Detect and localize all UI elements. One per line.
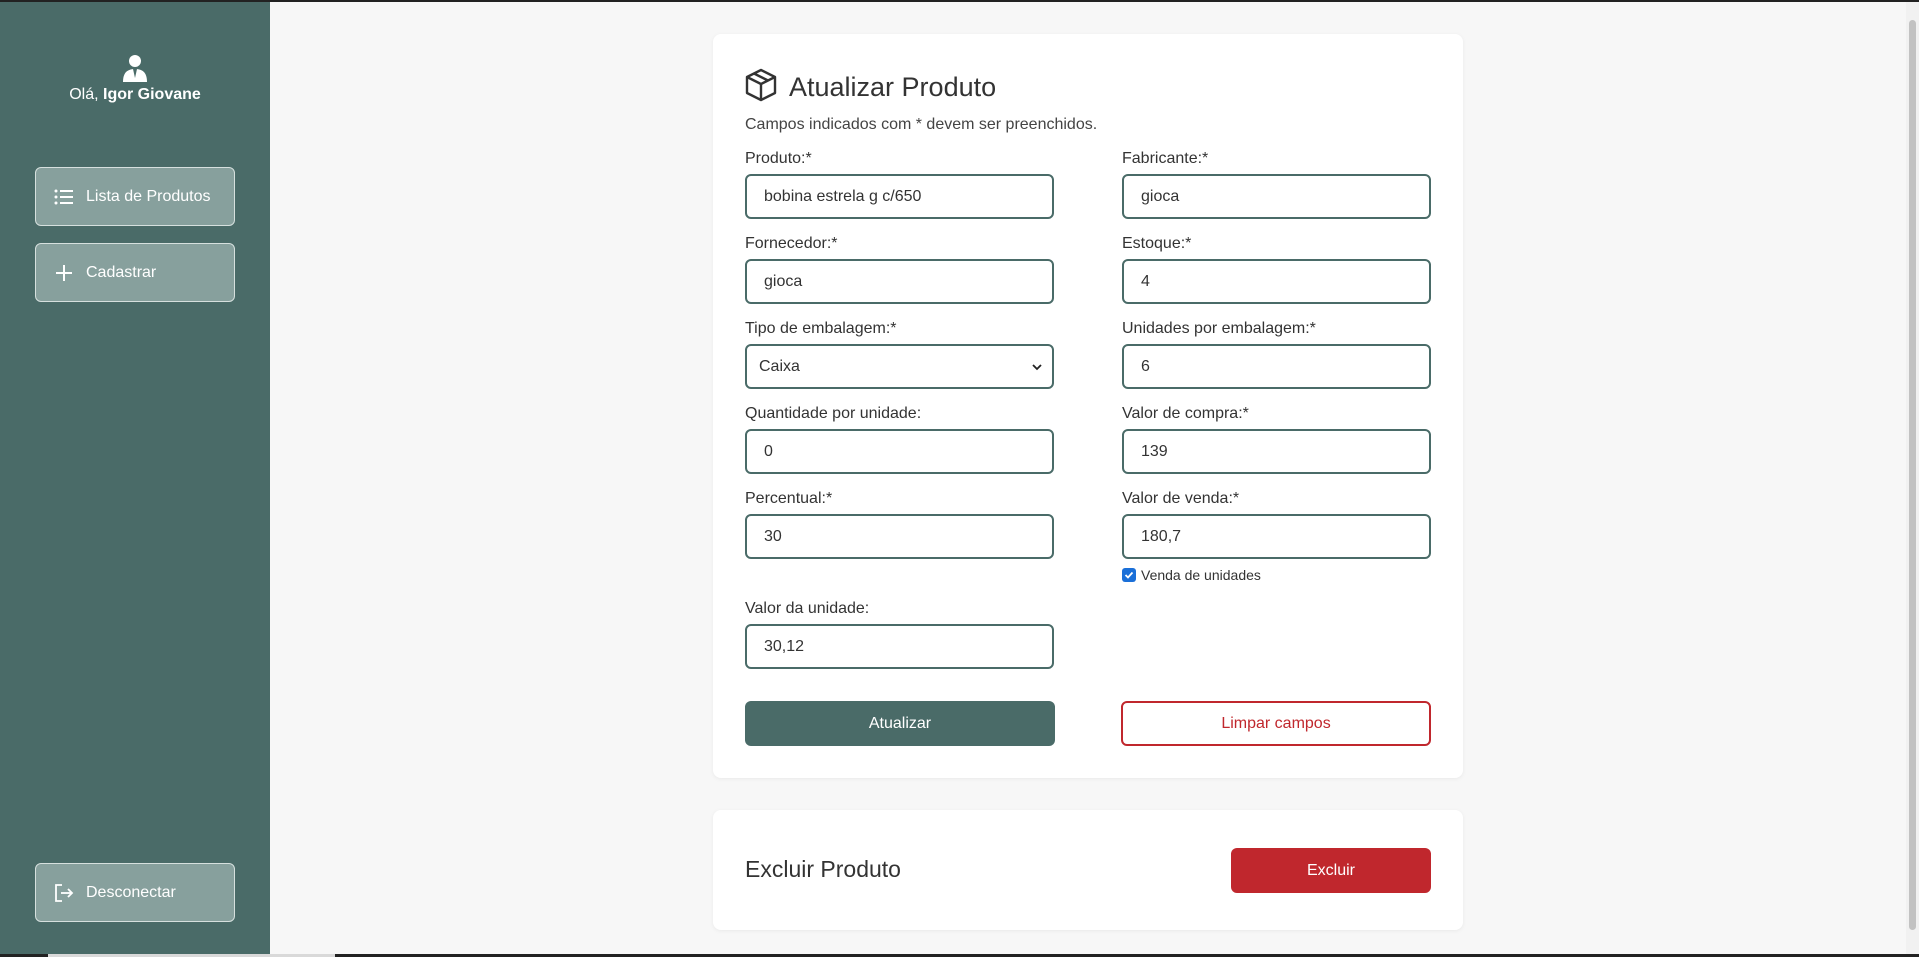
list-icon xyxy=(54,187,74,207)
unidades-embalagem-value: 6 xyxy=(1141,357,1150,375)
percentual-label: Percentual:* xyxy=(745,490,833,507)
logout-icon xyxy=(54,883,74,903)
scrollbar-thumb[interactable] xyxy=(1909,20,1916,930)
estoque-input[interactable]: 4 xyxy=(1122,259,1431,304)
product-list-button[interactable]: Lista de Produtos xyxy=(35,167,235,226)
percentual-input[interactable]: 30 xyxy=(745,514,1054,559)
tipo-embalagem-value: Caixa xyxy=(759,357,800,375)
valor-compra-value: 139 xyxy=(1141,442,1168,460)
quantidade-unidade-input[interactable]: 0 xyxy=(745,429,1054,474)
window-top-border xyxy=(0,0,1919,2)
venda-unidades-label: Venda de unidades xyxy=(1141,567,1261,583)
valor-unidade-value: 30,12 xyxy=(764,637,805,655)
greeting-prefix: Olá, xyxy=(69,86,99,103)
percentual-value: 30 xyxy=(764,527,782,545)
quantidade-unidade-label: Quantidade por unidade: xyxy=(745,405,922,422)
page-scrollbar[interactable] xyxy=(1906,0,1919,957)
produto-label: Produto:* xyxy=(745,150,812,167)
sidebar: Olá, Igor Giovane Lista de Produtos Cada… xyxy=(0,0,270,957)
fabricante-input[interactable]: gioca xyxy=(1122,174,1431,219)
fabricante-label: Fabricante:* xyxy=(1122,150,1209,167)
clear-fields-button[interactable]: Limpar campos xyxy=(1121,701,1431,746)
estoque-label: Estoque:* xyxy=(1122,235,1192,252)
card-header: Atualizar Produto xyxy=(745,68,996,107)
chevron-down-icon xyxy=(1032,358,1042,376)
valor-unidade-label: Valor da unidade: xyxy=(745,600,870,617)
fabricante-value: gioca xyxy=(1141,187,1180,205)
fornecedor-value: gioca xyxy=(764,272,803,290)
fornecedor-input[interactable]: gioca xyxy=(745,259,1054,304)
unidades-embalagem-label: Unidades por embalagem:* xyxy=(1122,320,1316,337)
estoque-value: 4 xyxy=(1141,272,1150,290)
product-list-label: Lista de Produtos xyxy=(86,187,211,205)
valor-venda-label: Valor de venda:* xyxy=(1122,490,1240,507)
delete-section-title: Excluir Produto xyxy=(745,856,901,882)
produto-input[interactable]: bobina estrela g c/650 xyxy=(745,174,1054,219)
plus-icon xyxy=(54,263,74,283)
delete-button[interactable]: Excluir xyxy=(1231,848,1431,893)
logout-button[interactable]: Desconectar xyxy=(35,863,235,922)
produto-value: bobina estrela g c/650 xyxy=(764,187,922,205)
valor-venda-input[interactable]: 180,7 xyxy=(1122,514,1431,559)
logout-label: Desconectar xyxy=(86,883,176,901)
valor-unidade-input[interactable]: 30,12 xyxy=(745,624,1054,669)
required-fields-note: Campos indicados com * devem ser preench… xyxy=(745,116,1098,133)
register-label: Cadastrar xyxy=(86,263,157,281)
venda-unidades-checkbox[interactable] xyxy=(1122,568,1136,582)
update-button[interactable]: Atualizar xyxy=(745,701,1055,746)
user-greeting: Olá, Igor Giovane xyxy=(0,86,270,104)
fornecedor-label: Fornecedor:* xyxy=(745,235,838,252)
valor-compra-input[interactable]: 139 xyxy=(1122,429,1431,474)
valor-venda-value: 180,7 xyxy=(1141,527,1182,545)
tipo-embalagem-label: Tipo de embalagem:* xyxy=(745,320,897,337)
update-product-card: Atualizar Produto Campos indicados com *… xyxy=(713,34,1463,778)
unidades-embalagem-input[interactable]: 6 xyxy=(1122,344,1431,389)
user-icon xyxy=(121,54,149,82)
register-button[interactable]: Cadastrar xyxy=(35,243,235,302)
valor-compra-label: Valor de compra:* xyxy=(1122,405,1249,422)
page-title: Atualizar Produto xyxy=(789,72,997,102)
tipo-embalagem-select[interactable]: Caixa xyxy=(745,344,1054,389)
box-icon xyxy=(745,68,789,107)
delete-product-card: Excluir Produto Excluir xyxy=(713,810,1463,930)
quantidade-unidade-value: 0 xyxy=(764,442,773,460)
venda-unidades-toggle[interactable]: Venda de unidades xyxy=(1122,567,1261,583)
user-name: Igor Giovane xyxy=(103,86,201,103)
